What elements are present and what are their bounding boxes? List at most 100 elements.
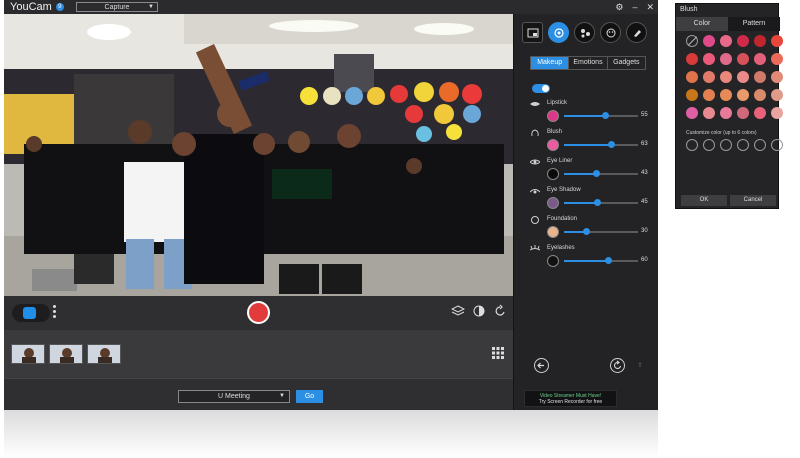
feature-label: Eye Shadow [547,187,581,193]
color-swatch[interactable] [547,197,559,209]
reset-button[interactable] [610,358,625,373]
blush-color-dialog: Blush Color Pattern Customize color (up … [675,3,783,209]
frame-icon[interactable] [522,22,543,43]
color-swatch[interactable] [720,107,732,119]
makeup-icon[interactable] [548,22,569,43]
beauty-panel: Makeup Emotions Gadgets Lipstick 55 Blus… [513,14,658,410]
feature-eye-shadow: Eye Shadow 45 [530,187,650,217]
color-swatch[interactable] [737,107,749,119]
go-button[interactable]: Go [296,390,323,403]
grid-icon[interactable] [492,347,504,359]
tab-gadgets[interactable]: Gadgets [608,57,645,69]
settings-icon[interactable]: ⚙ [615,1,623,13]
thumbnail[interactable] [11,344,45,364]
color-swatch[interactable] [720,53,732,65]
intensity-value: 30 [641,228,648,234]
promo-subline: Try Screen Recorder for free [538,399,603,405]
dialog-title: Blush [680,6,698,13]
youcam-window: YouCam 9 Capture ▼ ⚙ – ✕ U Meeting ▼ Go … [4,0,658,410]
tab-pattern[interactable]: Pattern [728,17,780,31]
tab-color[interactable]: Color [676,17,728,31]
foundation-icon [531,216,539,224]
color-swatch[interactable] [720,71,732,83]
close-icon[interactable]: ✕ [646,1,654,13]
mode-selected: Capture [104,3,130,11]
meeting-app-dropdown[interactable]: U Meeting ▼ [178,390,290,403]
back-button[interactable] [534,358,549,373]
brush-icon[interactable] [626,22,647,43]
intensity-slider[interactable] [564,112,638,119]
color-swatch[interactable] [754,53,766,65]
color-swatch[interactable] [720,35,732,47]
color-swatch[interactable] [771,89,783,101]
chevron-down-icon: ▼ [148,4,154,10]
ok-button[interactable]: OK [681,195,727,206]
undo-icon[interactable] [493,304,507,318]
tab-emotions[interactable]: Emotions [569,57,608,69]
color-swatch[interactable] [686,89,698,101]
intensity-slider[interactable] [564,141,638,148]
intensity-value: 60 [641,257,648,263]
custom-color-slot[interactable] [720,139,732,151]
no-color-swatch[interactable] [686,35,698,47]
color-swatch[interactable] [737,71,749,83]
thumbnail-strip [4,330,513,378]
intensity-value: 43 [641,170,648,176]
color-swatch[interactable] [771,71,783,83]
color-swatch[interactable] [754,107,766,119]
intensity-slider[interactable] [564,199,638,206]
thumbnail[interactable] [49,344,83,364]
custom-color-slots [686,139,783,151]
tab-makeup[interactable]: Makeup [531,57,570,69]
color-swatch[interactable] [547,168,559,180]
intensity-slider[interactable] [564,228,638,235]
effects-icon[interactable] [574,22,595,43]
custom-color-slot[interactable] [703,139,715,151]
color-swatch[interactable] [547,255,559,267]
color-swatch[interactable] [754,71,766,83]
color-swatch[interactable] [737,53,749,65]
custom-color-slot[interactable] [686,139,698,151]
color-swatch[interactable] [686,53,698,65]
color-swatch[interactable] [771,35,783,47]
color-swatch[interactable] [720,89,732,101]
color-swatch[interactable] [703,107,715,119]
emoticon-icon[interactable] [600,22,621,43]
panel-tabs: Makeup Emotions Gadgets [530,56,646,70]
color-swatch[interactable] [771,107,783,119]
color-swatch[interactable] [703,35,715,47]
color-swatch[interactable] [547,226,559,238]
customize-color-label: Customize color (up to 6 colors) [686,130,757,136]
face-effect-icon[interactable] [472,304,486,318]
feature-lipstick: Lipstick 55 [530,100,650,130]
color-swatch[interactable] [686,71,698,83]
makeup-toggle[interactable] [532,84,550,93]
custom-color-slot[interactable] [771,139,783,151]
record-button[interactable] [247,301,270,324]
upload-icon[interactable]: ⇧ [637,361,643,369]
color-swatch[interactable] [737,35,749,47]
intensity-slider[interactable] [564,170,638,177]
lips-icon [530,102,540,106]
color-swatch[interactable] [771,53,783,65]
custom-color-slot[interactable] [754,139,766,151]
color-swatch[interactable] [686,107,698,119]
promo-banner[interactable]: Video Streamer Must Have! Try Screen Rec… [524,390,617,407]
color-swatch[interactable] [754,35,766,47]
mode-dropdown[interactable]: Capture ▼ [76,2,158,12]
layers-icon[interactable] [451,304,465,318]
thumbnail[interactable] [87,344,121,364]
color-swatch[interactable] [547,139,559,151]
color-swatch[interactable] [547,110,559,122]
color-swatch[interactable] [703,89,715,101]
intensity-slider[interactable] [564,257,638,264]
camera-icon[interactable] [23,307,36,319]
custom-color-slot[interactable] [737,139,749,151]
color-swatch[interactable] [703,71,715,83]
color-swatch[interactable] [737,89,749,101]
minimize-icon[interactable]: – [632,1,637,13]
color-swatch[interactable] [754,89,766,101]
more-options-icon[interactable] [53,305,56,320]
cancel-button[interactable]: Cancel [730,195,776,206]
color-swatch[interactable] [703,53,715,65]
